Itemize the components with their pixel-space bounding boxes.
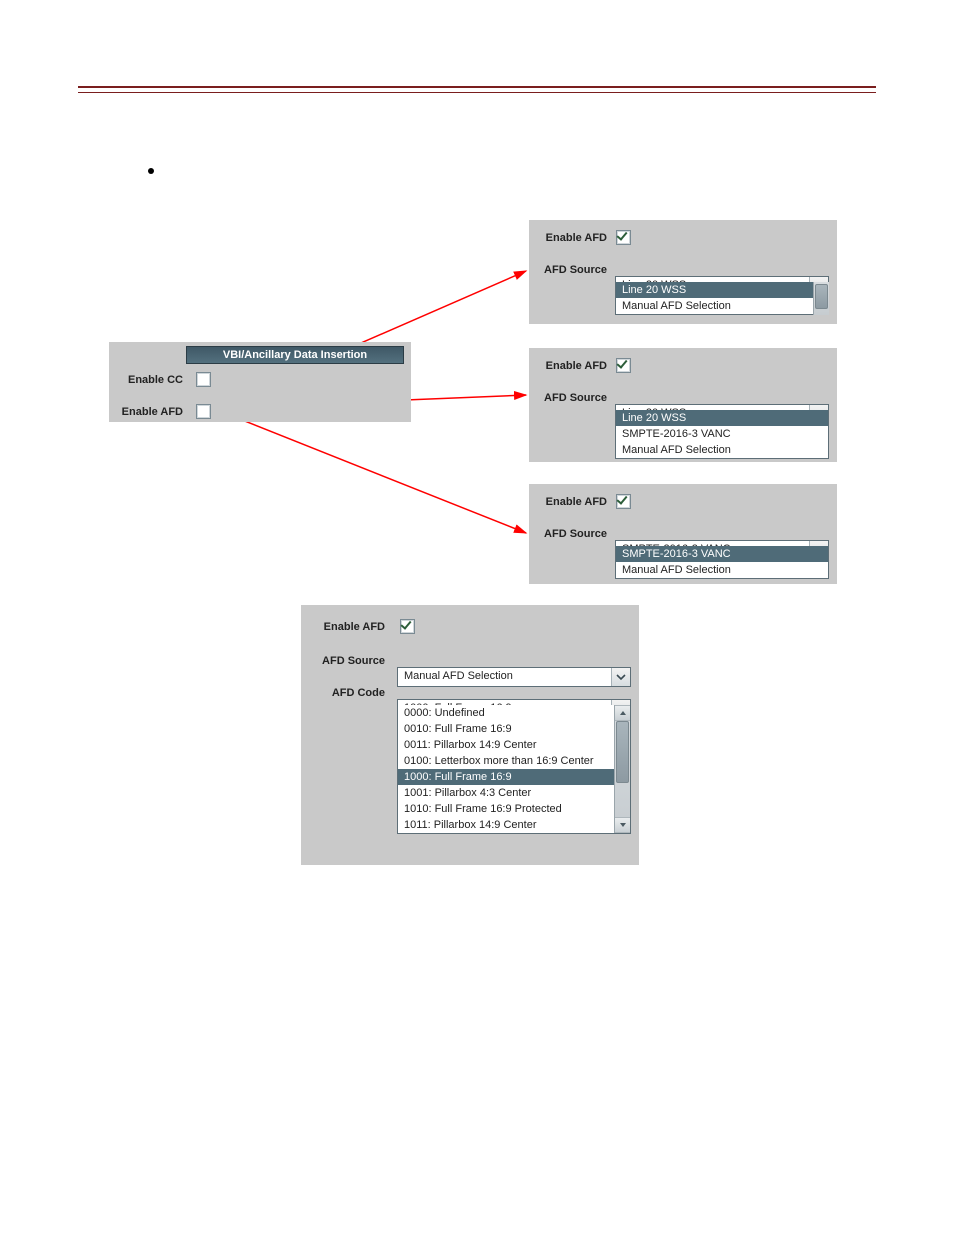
- afd-source-select[interactable]: Manual AFD Selection: [397, 667, 631, 687]
- enable-afd-checkbox[interactable]: [616, 494, 631, 509]
- row-enable-cc: Enable CC: [109, 372, 411, 387]
- dropdown-option[interactable]: Manual AFD Selection: [616, 298, 822, 314]
- dropdown-option[interactable]: Manual AFD Selection: [616, 442, 828, 458]
- scroll-down-button[interactable]: [615, 817, 630, 833]
- dropdown-option[interactable]: 0011: Pillarbox 14:9 Center: [398, 737, 615, 753]
- afd-panel-a: Enable AFD AFD Source Line 20 WSS Line 2…: [529, 220, 837, 324]
- panel-title-bar: VBI/Ancillary Data Insertion: [186, 346, 404, 364]
- enable-cc-checkbox[interactable]: [196, 372, 211, 387]
- dropdown-option[interactable]: 1001: Pillarbox 4:3 Center: [398, 785, 615, 801]
- afd-source-dropdown[interactable]: Line 20 WSSManual AFD Selection: [615, 282, 829, 315]
- afd-source-dropdown[interactable]: SMPTE-2016-3 VANCManual AFD Selection: [615, 546, 829, 579]
- afd-source-label: AFD Source: [529, 264, 607, 276]
- enable-afd-label: Enable AFD: [529, 496, 607, 508]
- chevron-down-icon[interactable]: [611, 668, 630, 686]
- vbi-panel: VBI/Ancillary Data Insertion Enable CC E…: [109, 342, 411, 422]
- dropdown-option[interactable]: Line 20 WSS: [616, 410, 828, 426]
- enable-afd-checkbox[interactable]: [616, 230, 631, 245]
- panel-title: VBI/Ancillary Data Insertion: [223, 349, 367, 361]
- scrollbar[interactable]: [614, 705, 630, 833]
- scrollbar-thumb[interactable]: [815, 284, 828, 309]
- enable-cc-label: Enable CC: [109, 374, 183, 386]
- dropdown-option[interactable]: 0100: Letterbox more than 16:9 Center: [398, 753, 615, 769]
- dropdown-option[interactable]: 1000: Full Frame 16:9: [398, 769, 615, 785]
- afd-source-label: AFD Source: [529, 392, 607, 404]
- dropdown-option[interactable]: SMPTE-2016-3 VANC: [616, 426, 828, 442]
- scroll-up-button[interactable]: [615, 705, 630, 721]
- afd-panel-c: Enable AFD AFD Source SMPTE-2016-3 VANC …: [529, 484, 837, 584]
- afd-source-label: AFD Source: [529, 528, 607, 540]
- afd-code-panel: Enable AFD AFD Source Manual AFD Selecti…: [301, 605, 639, 865]
- scrollbar[interactable]: [813, 282, 829, 315]
- dropdown-option[interactable]: 0010: Full Frame 16:9: [398, 721, 615, 737]
- dropdown-option[interactable]: SMPTE-2016-3 VANC: [616, 546, 828, 562]
- enable-afd-checkbox[interactable]: [616, 358, 631, 373]
- enable-afd-label: Enable AFD: [529, 360, 607, 372]
- page: VBI/Ancillary Data Insertion Enable CC E…: [0, 0, 954, 1235]
- scrollbar-thumb[interactable]: [616, 721, 629, 783]
- afd-source-label: AFD Source: [301, 655, 385, 667]
- enable-afd-label: Enable AFD: [529, 232, 607, 244]
- row-enable-afd: Enable AFD: [109, 404, 411, 419]
- afd-source-value: Manual AFD Selection: [398, 668, 611, 686]
- dropdown-option[interactable]: 1010: Full Frame 16:9 Protected: [398, 801, 615, 817]
- dropdown-option[interactable]: Line 20 WSS: [616, 282, 822, 298]
- afd-panel-b: Enable AFD AFD Source Line 20 WSS Line 2…: [529, 348, 837, 462]
- header-rule: [78, 86, 876, 93]
- bullet-icon: [148, 168, 154, 174]
- enable-afd-checkbox[interactable]: [400, 619, 415, 634]
- dropdown-option[interactable]: 0000: Undefined: [398, 705, 615, 721]
- dropdown-option[interactable]: Manual AFD Selection: [616, 562, 828, 578]
- enable-afd-label: Enable AFD: [109, 406, 183, 418]
- enable-afd-label: Enable AFD: [301, 621, 385, 633]
- afd-code-dropdown[interactable]: 0000: Undefined0010: Full Frame 16:90011…: [397, 705, 631, 834]
- dropdown-option[interactable]: 1011: Pillarbox 14:9 Center: [398, 817, 615, 833]
- afd-source-dropdown[interactable]: Line 20 WSSSMPTE-2016-3 VANCManual AFD S…: [615, 410, 829, 459]
- afd-code-label: AFD Code: [301, 687, 385, 699]
- enable-afd-checkbox[interactable]: [196, 404, 211, 419]
